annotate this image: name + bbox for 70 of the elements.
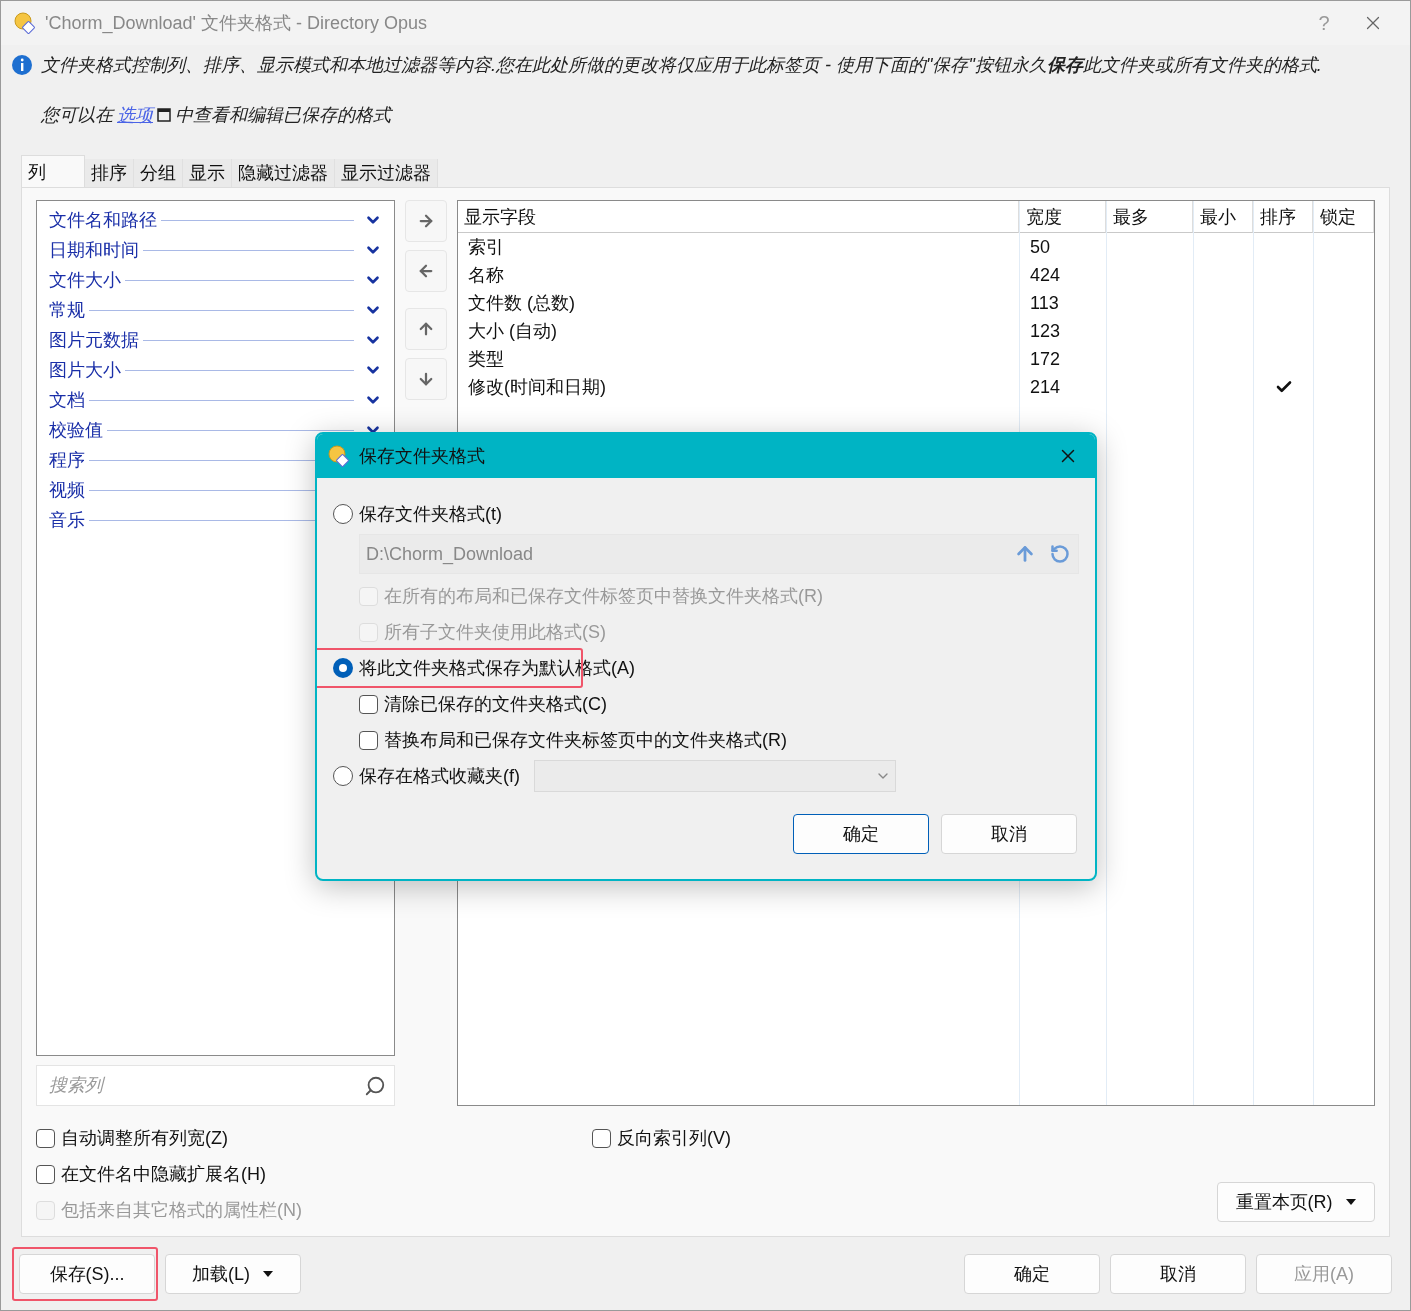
checkbox-option[interactable]: 清除已保存的文件夹格式(C) [359,692,607,716]
arrow-down-icon [417,370,435,388]
column-group-item[interactable]: 文档 [49,388,85,412]
table-cell-text: 文件数 (总数) [467,292,576,315]
info-text: 文件夹格式控制列、排序、显示模式和本地过滤器等内容.您在此处所做的更改将仅应用于此标签页 - 使用下面的"保存"按钮永久保存此文件夹或所有文件夹的格式. [41,54,1322,77]
radio-option[interactable]: 保存在格式收藏夹(f) [333,758,520,794]
save-button[interactable]: 保存(S)... [19,1254,155,1294]
column-group-item[interactable]: 图片大小 [49,358,121,382]
tab[interactable]: 隐藏过滤器 [232,159,335,187]
column-group-item[interactable]: 文件大小 [49,268,121,292]
app-icon [13,11,37,35]
move-up-button[interactable] [405,308,447,350]
checkbox-option[interactable]: 替换布局和已保存文件夹标签页中的文件夹格式(R) [359,728,787,752]
reset-page-button[interactable]: 重置本页(R) [1217,1182,1375,1222]
app-icon [327,444,351,468]
tab[interactable]: 显示过滤器 [335,159,438,187]
tab[interactable]: 分组 [134,159,183,187]
column-header[interactable]: 最小 [1194,201,1253,233]
window-title: 'Chorm_Download' 文件夹格式 - Directory Opus [45,12,428,35]
column-header[interactable]: 锁定 [1314,201,1374,233]
caret-icon [262,1270,274,1278]
table-cell-text: 50 [1029,235,1052,259]
arrow-right-icon [417,212,435,230]
table-cell-text: 123 [1029,319,1062,343]
checkbox-option[interactable]: 在文件名中隐藏扩展名(H) [36,1162,592,1186]
table-cell-text: 424 [1029,263,1062,287]
table-cell-text: 索引 [467,236,505,259]
dialog-button[interactable]: 取消 [1110,1254,1246,1294]
dropdown-button[interactable]: 加载(L) [165,1254,301,1294]
column-header[interactable]: 显示字段 [458,201,1019,233]
dialog-title: 保存文件夹格式 [359,445,486,468]
column-group-item[interactable]: 校验值 [49,418,103,442]
radio-option[interactable]: 保存文件夹格式(t) [333,496,502,532]
column-group-item[interactable]: 常规 [49,298,85,322]
column-group-item[interactable]: 视频 [49,478,85,502]
table-cell-text: 172 [1029,347,1062,371]
info-icon [11,54,33,76]
table-cell-text: 类型 [467,348,505,371]
move-down-button[interactable] [405,358,447,400]
dialog-button[interactable]: 取消 [941,814,1077,854]
dialog-button[interactable]: 确定 [793,814,929,854]
table-cell-text: 214 [1029,375,1062,399]
window-icon [157,108,171,122]
table-cell-text: 修改(时间和日期) [467,376,607,399]
checkbox-option[interactable]: 自动调整所有列宽(Z) [36,1126,592,1150]
column-header[interactable]: 排序 [1254,201,1313,233]
table-cell-text: 113 [1029,291,1060,315]
tab[interactable]: 排序 [85,159,134,187]
search-input[interactable]: 搜索列 [47,1074,364,1097]
tab[interactable]: 显示 [183,159,232,187]
info-text: 中查看和编辑已保存的格式 [175,104,391,127]
column-group-item[interactable]: 图片元数据 [49,328,139,352]
column-group-item[interactable]: 文件名和路径 [49,208,157,232]
checkbox-option[interactable]: 反向索引列(V) [592,1126,892,1150]
column-header[interactable]: 最多 [1107,201,1193,233]
caret-icon [1344,1198,1357,1206]
remove-button[interactable] [405,250,447,292]
info-text: 您可以在 [41,104,113,127]
tab[interactable]: 列 [21,155,85,187]
search-field[interactable]: 搜索列 [36,1065,395,1106]
add-button[interactable] [405,200,447,242]
search-icon [364,1074,386,1097]
column-group-item[interactable]: 程序 [49,448,85,472]
column-group-item[interactable]: 日期和时间 [49,238,139,262]
options-link[interactable]: 选项 [117,103,153,127]
column-header[interactable]: 宽度 [1020,201,1106,233]
table-cell-text: 名称 [467,264,505,287]
dialog-button[interactable]: 确定 [964,1254,1100,1294]
table-cell-text: 大小 (自动) [467,320,558,343]
column-group-item[interactable]: 音乐 [49,508,85,532]
